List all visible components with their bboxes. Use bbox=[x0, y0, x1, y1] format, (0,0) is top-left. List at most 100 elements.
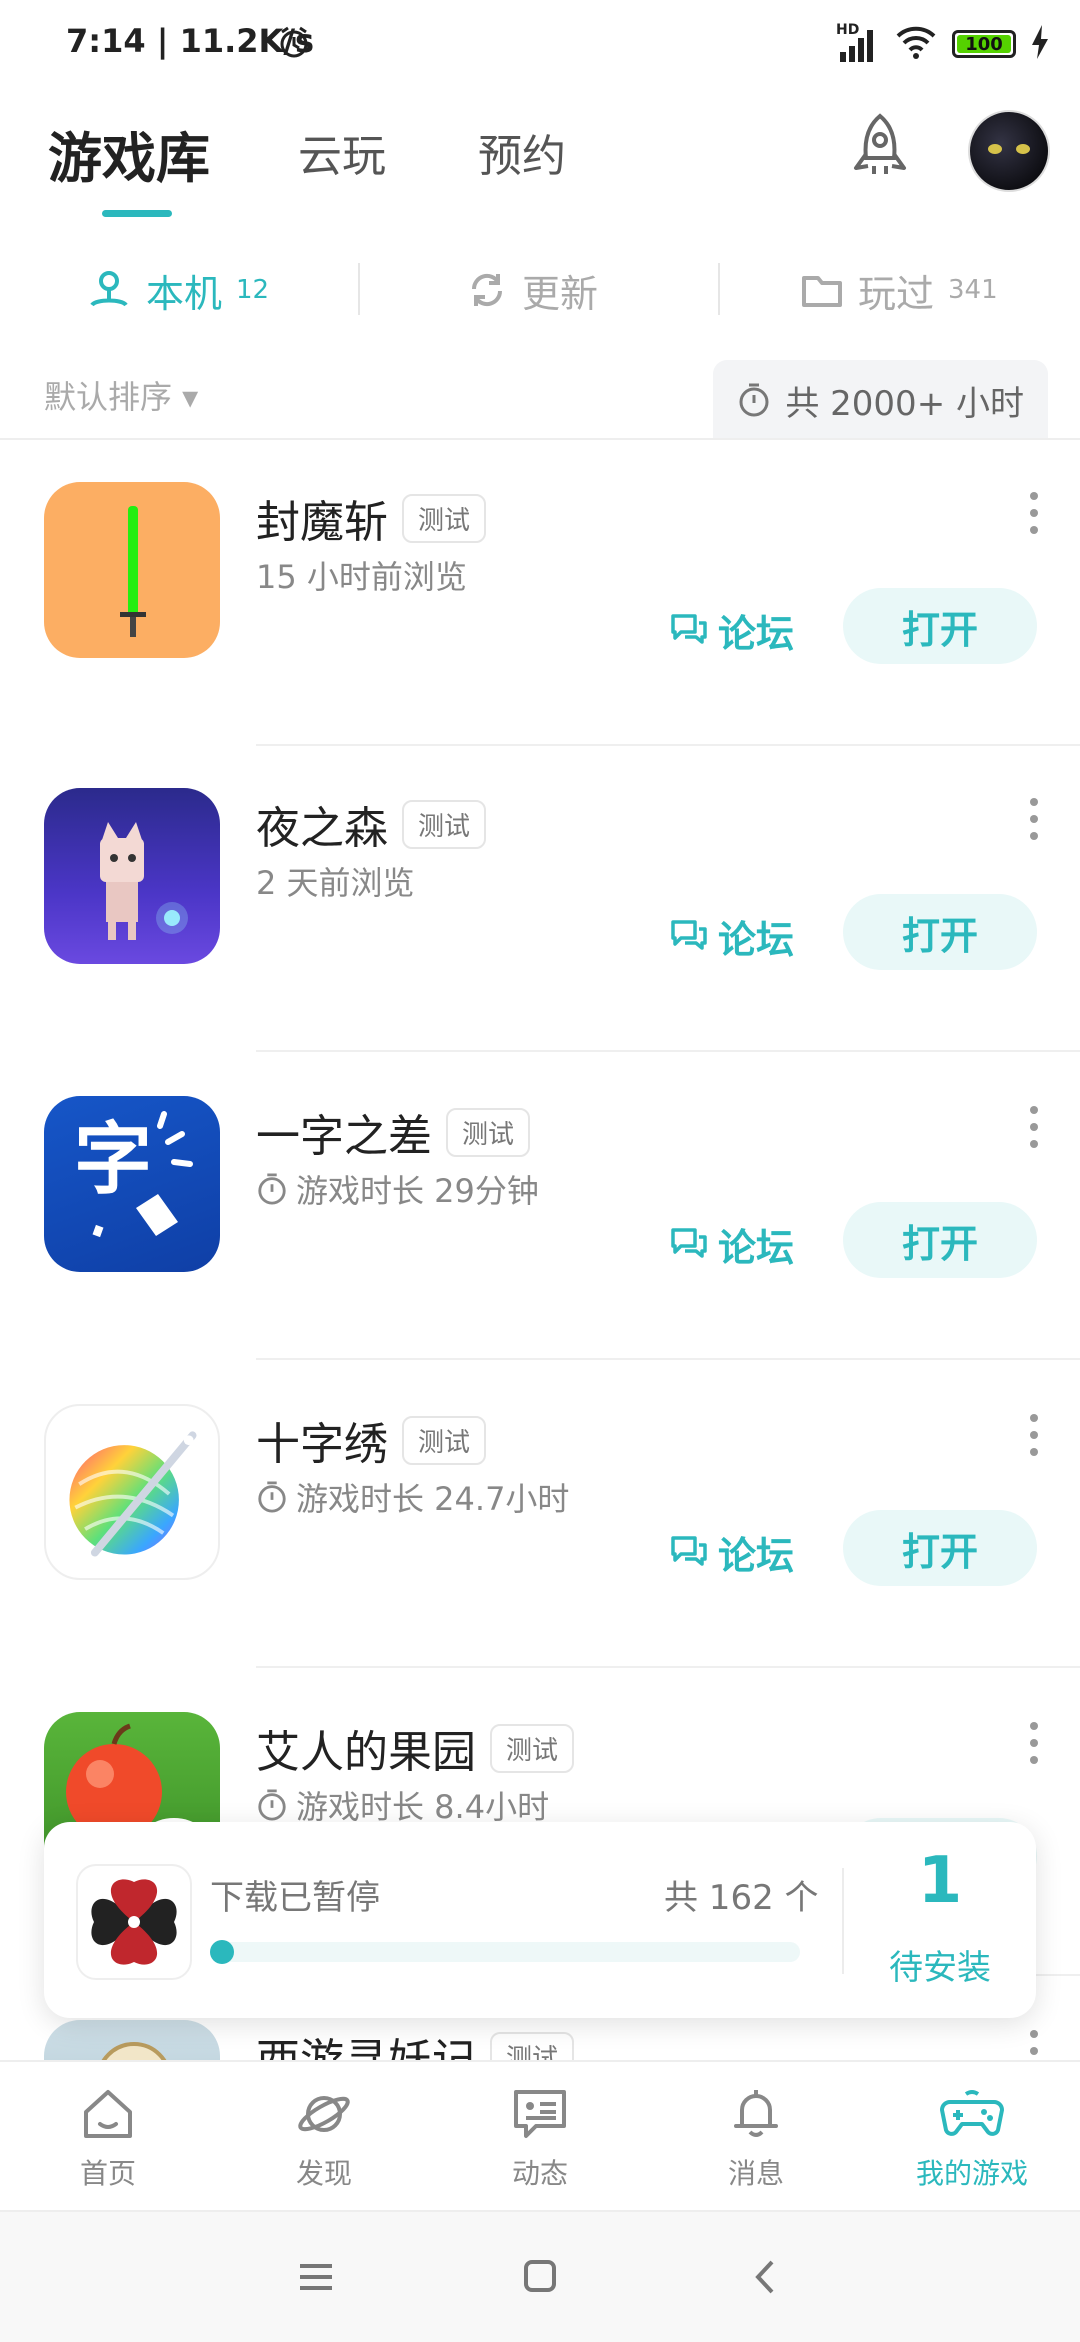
timer-icon bbox=[258, 1789, 286, 1821]
nav-my-games[interactable]: 我的游戏 bbox=[864, 2086, 1080, 2192]
divider bbox=[256, 1358, 1080, 1360]
game-title: 十字绣 bbox=[256, 1419, 388, 1470]
menu-icon[interactable] bbox=[286, 2252, 346, 2302]
forum-label: 论坛 bbox=[718, 917, 795, 962]
download-progress-track bbox=[210, 1940, 800, 1964]
test-badge: 测试 bbox=[402, 799, 487, 849]
avatar[interactable] bbox=[968, 110, 1050, 192]
forum-label: 论坛 bbox=[718, 611, 795, 656]
subtab-local[interactable]: 本机 12 bbox=[86, 245, 269, 335]
tab-cloud-play[interactable]: 云玩 bbox=[298, 120, 386, 184]
signal-icon: HD bbox=[836, 22, 880, 64]
more-options-icon[interactable] bbox=[1024, 798, 1044, 854]
forum-button[interactable]: 论坛 bbox=[670, 1208, 794, 1280]
tab-game-library[interactable]: 游戏库 bbox=[48, 114, 210, 193]
test-badge: 测试 bbox=[402, 1415, 487, 1465]
forum-button[interactable]: 论坛 bbox=[670, 900, 794, 972]
more-options-icon[interactable] bbox=[1024, 1106, 1044, 1162]
game-subtitle-text: 15 小时前浏览 bbox=[256, 558, 467, 596]
open-button[interactable]: 打开 bbox=[843, 1202, 1037, 1278]
timer-icon bbox=[258, 1481, 286, 1513]
nav-messages-label: 消息 bbox=[727, 2157, 784, 2190]
nav-feed[interactable]: 动态 bbox=[432, 2086, 648, 2192]
refresh-icon bbox=[471, 273, 503, 307]
download-status-card[interactable]: 下载已暂停 共 162 个 1 待安装 bbox=[44, 1822, 1036, 2018]
nav-home-label: 首页 bbox=[79, 2157, 136, 2190]
home-icon bbox=[84, 2090, 132, 2138]
game-row[interactable]: 十字绣 测试 游戏时长 24.7小时 论坛 打开 bbox=[0, 1362, 1080, 1668]
game-subtitle: 2 天前浏览 bbox=[256, 858, 415, 904]
game-subtitle-text: 游戏时长 24.7小时 bbox=[296, 1480, 570, 1518]
chat-card-icon bbox=[514, 2090, 566, 2138]
divider bbox=[358, 263, 360, 315]
nav-home[interactable]: 首页 bbox=[0, 2086, 216, 2192]
back-icon[interactable] bbox=[736, 2252, 796, 2302]
system-nav-bar bbox=[0, 2210, 1080, 2342]
pending-install-label[interactable]: 待安装 bbox=[844, 1940, 1036, 1989]
planet-icon bbox=[298, 2096, 350, 2132]
game-title: 封魔斩 bbox=[256, 497, 388, 548]
open-button[interactable]: 打开 bbox=[843, 894, 1037, 970]
tab-reserve[interactable]: 预约 bbox=[478, 120, 566, 184]
nav-discover[interactable]: 发现 bbox=[216, 2086, 432, 2192]
forum-label: 论坛 bbox=[718, 1225, 795, 1270]
sub-tabs: 本机 12 更新 玩过 341 bbox=[0, 245, 1080, 335]
game-title-row: 艾人的果园 测试 bbox=[256, 1716, 575, 1780]
test-badge: 测试 bbox=[446, 1107, 531, 1157]
forum-icon bbox=[671, 614, 707, 644]
rocket-icon[interactable] bbox=[840, 110, 920, 190]
game-title: 艾人的果园 bbox=[256, 1727, 476, 1778]
pending-install-count[interactable]: 1 bbox=[844, 1844, 1036, 1918]
game-icon-shizixiu[interactable] bbox=[44, 1404, 220, 1580]
game-icon-fengmozhan[interactable] bbox=[44, 482, 220, 658]
status-icons: HD 100 bbox=[836, 22, 1050, 66]
subtab-updates[interactable]: 更新 bbox=[466, 245, 598, 335]
nav-messages[interactable]: 消息 bbox=[648, 2086, 864, 2192]
battery-level: 100 bbox=[957, 34, 1011, 55]
game-subtitle: 游戏时长 29分钟 bbox=[256, 1166, 539, 1212]
active-tab-indicator bbox=[102, 210, 172, 217]
forum-button[interactable]: 论坛 bbox=[670, 1516, 794, 1588]
folder-icon bbox=[802, 276, 842, 307]
forum-icon bbox=[671, 1536, 707, 1566]
subtab-updates-label: 更新 bbox=[522, 271, 599, 316]
more-options-icon[interactable] bbox=[1024, 1722, 1044, 1778]
sort-dropdown[interactable]: 默认排序 ▾ bbox=[44, 372, 198, 418]
game-icon-yezhisen[interactable] bbox=[44, 788, 220, 964]
game-subtitle: 游戏时长 24.7小时 bbox=[256, 1474, 569, 1520]
nav-feed-label: 动态 bbox=[511, 2157, 568, 2190]
download-total: 共 162 个 bbox=[664, 1878, 819, 1918]
test-badge: 测试 bbox=[490, 1723, 575, 1773]
divider bbox=[718, 263, 720, 315]
more-options-icon[interactable] bbox=[1024, 492, 1044, 548]
timer-icon bbox=[258, 1173, 286, 1205]
nav-discover-label: 发现 bbox=[295, 2157, 352, 2190]
divider bbox=[256, 1666, 1080, 1668]
battery-icon: 100 bbox=[952, 30, 1016, 58]
subtab-played[interactable]: 玩过 341 bbox=[800, 245, 998, 335]
open-button[interactable]: 打开 bbox=[843, 588, 1037, 664]
status-bar: 7:14 | 11.2K/s HD 100 bbox=[0, 0, 1080, 90]
local-user-icon bbox=[90, 271, 128, 307]
network-type: HD bbox=[836, 22, 860, 38]
game-icon-yizizhicha[interactable]: 字 bbox=[44, 1096, 220, 1272]
game-title-row: 夜之森 测试 bbox=[256, 792, 487, 856]
game-title: 夜之森 bbox=[256, 803, 388, 854]
forum-button[interactable]: 论坛 bbox=[670, 594, 794, 666]
gamepad-icon bbox=[940, 2090, 1004, 2136]
game-title-row: 封魔斩 测试 bbox=[256, 486, 487, 550]
forum-icon bbox=[671, 920, 707, 950]
game-row[interactable]: 夜之森 测试 2 天前浏览 论坛 打开 bbox=[0, 746, 1080, 1052]
subtab-local-label: 本机 bbox=[146, 271, 223, 316]
nav-my-games-label: 我的游戏 bbox=[915, 2157, 1028, 2190]
game-row[interactable]: 封魔斩 测试 15 小时前浏览 论坛 打开 bbox=[0, 440, 1080, 746]
open-button[interactable]: 打开 bbox=[843, 1510, 1037, 1586]
top-tabs: 游戏库 云玩 预约 bbox=[48, 110, 748, 220]
game-subtitle-text: 游戏时长 29分钟 bbox=[296, 1172, 539, 1210]
bell-icon bbox=[734, 2090, 778, 2137]
home-square-icon[interactable] bbox=[510, 2252, 570, 2302]
download-progress-fill bbox=[210, 1940, 234, 1964]
more-options-icon[interactable] bbox=[1024, 1414, 1044, 1470]
game-row[interactable]: 字 一字之差 测试 游戏时长 29分钟 论坛 打开 bbox=[0, 1054, 1080, 1360]
bottom-nav: 首页 发现 动态 消息 我的游戏 bbox=[0, 2060, 1080, 2212]
